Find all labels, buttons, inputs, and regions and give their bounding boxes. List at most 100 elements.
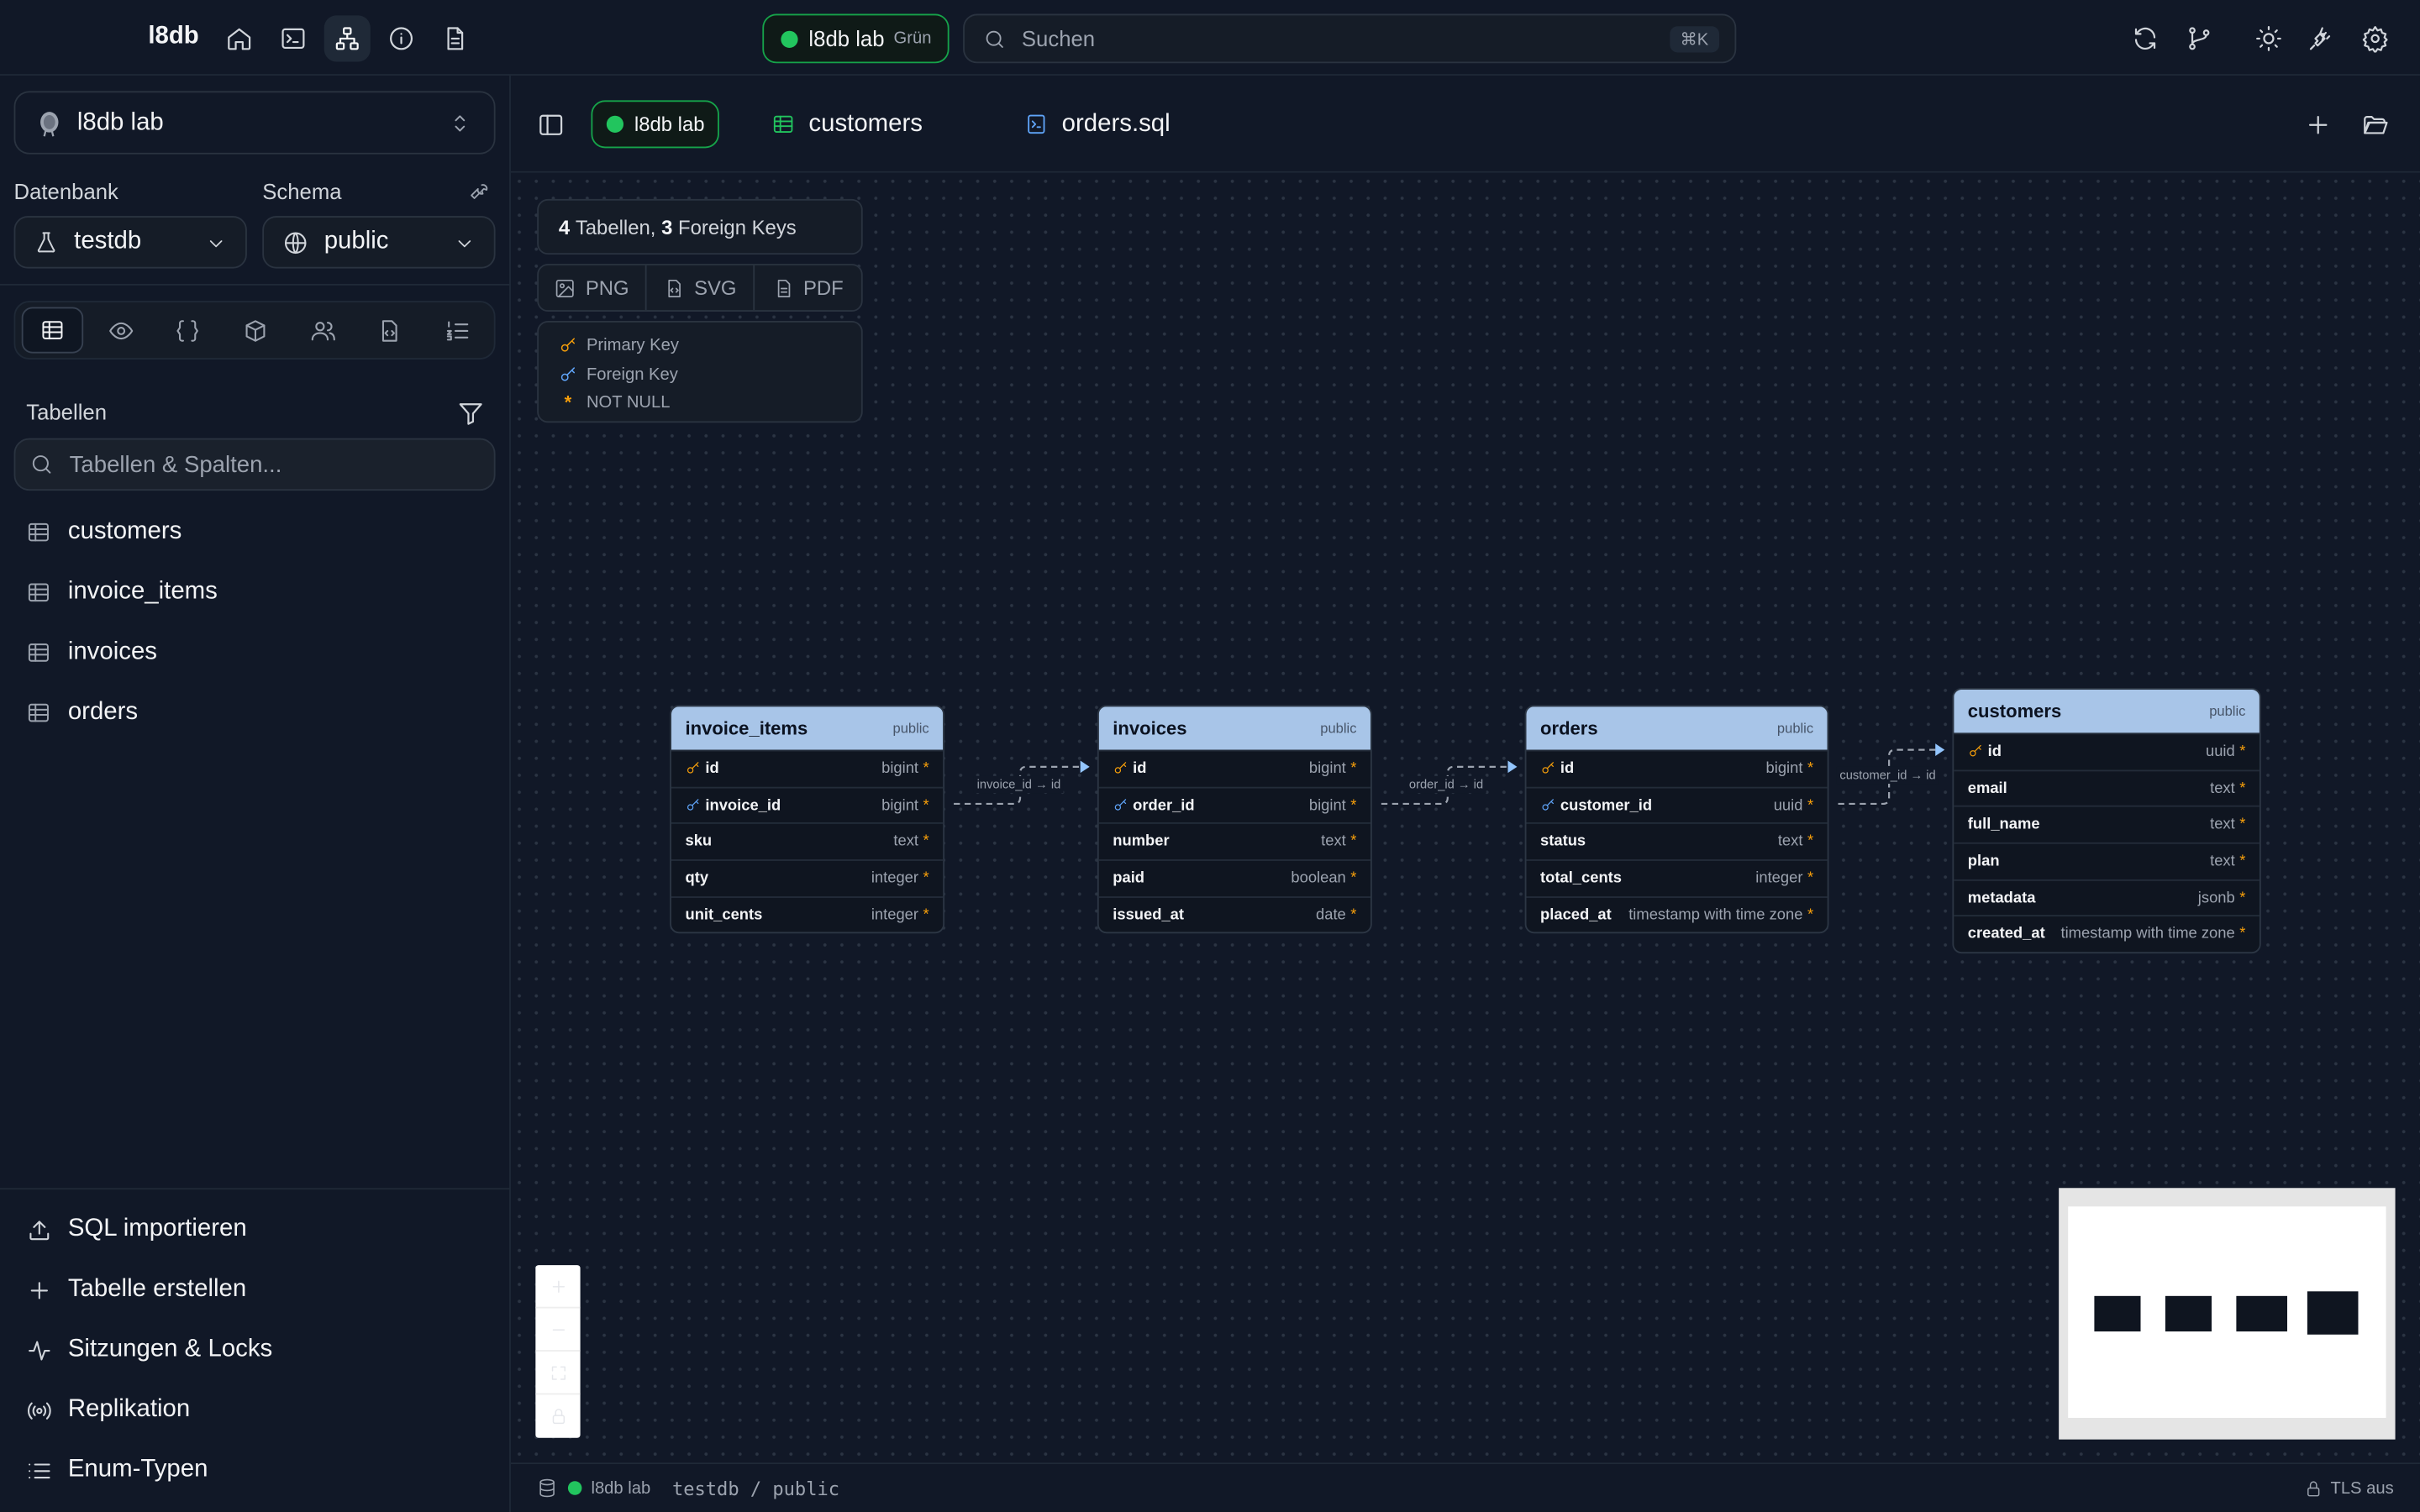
home-button[interactable] <box>216 15 262 61</box>
table-icon <box>28 583 49 602</box>
git-branch-icon <box>2189 27 2210 50</box>
tab-lists[interactable] <box>426 307 487 354</box>
arrow-head <box>1507 760 1518 774</box>
column-name: plan <box>1967 853 2000 870</box>
column-row: plan text * <box>1954 842 2260 879</box>
settings-button[interactable] <box>2352 15 2398 61</box>
not-null-star: * <box>2239 743 2246 761</box>
tab-types[interactable] <box>224 307 285 354</box>
postgres-elephant-icon <box>40 111 59 136</box>
search-icon <box>986 29 1003 48</box>
import-sql-button[interactable]: SQL importieren <box>26 1211 247 1248</box>
global-search[interactable]: Suchen ⌘K <box>963 13 1737 64</box>
connection-pill[interactable]: l8db lab Grün <box>762 13 950 64</box>
not-null-star: * <box>923 906 929 924</box>
database-select[interactable]: testdb <box>13 216 247 269</box>
refresh-button[interactable] <box>2122 15 2168 61</box>
not-null-star: * <box>923 869 929 887</box>
tls-status-label: TLS aus <box>2330 1478 2394 1498</box>
column-name: status <box>1540 833 1586 851</box>
sidebar-item-invoices[interactable]: invoices <box>26 634 157 671</box>
search-shortcut: ⌘K <box>1669 26 1720 53</box>
replication-button[interactable]: Replikation <box>26 1392 190 1429</box>
tab-tables[interactable] <box>21 307 84 354</box>
edge-label: order_id → id <box>1406 775 1486 794</box>
replication-label: Replikation <box>67 1396 191 1423</box>
schema-select[interactable]: public <box>262 216 496 269</box>
table-search-input[interactable]: Tabellen & Spalten... <box>13 438 496 491</box>
column-name: id <box>1133 760 1147 778</box>
status-db-path: testdb / public <box>671 1477 840 1499</box>
column-row: metadata jsonb * <box>1954 879 2260 916</box>
sidebar-item-invoice-items[interactable]: invoice_items <box>26 574 218 611</box>
editor-tab-bar: l8db lab customers orders.sql <box>510 75 2420 173</box>
terminal-icon <box>281 28 305 50</box>
minimap[interactable] <box>2059 1188 2396 1440</box>
column-type: bigint <box>881 760 919 778</box>
table-node-orders[interactable]: orders public id bigint * customer_id uuid * sta… <box>1524 705 1829 935</box>
enum-types-button[interactable]: Enum-Typen <box>26 1452 208 1488</box>
column-type: text <box>893 833 919 851</box>
erd-canvas[interactable]: 4 Tabellen, 3 Foreign Keys PNG SVG PDF P… <box>510 172 2420 1463</box>
erd-button[interactable] <box>324 15 371 62</box>
fit-view-button[interactable] <box>535 1352 581 1395</box>
new-tab-button[interactable] <box>2304 111 2332 139</box>
table-node-header: invoice_items public <box>671 706 944 750</box>
sidebar-item-label: invoice_items <box>67 578 218 605</box>
lock-view-button[interactable] <box>535 1394 580 1437</box>
tab-scripts[interactable] <box>358 307 419 354</box>
not-null-star: * <box>923 760 929 778</box>
table-node-customers[interactable]: customers public id uuid * email text * full_nam… <box>1952 688 2261 954</box>
wrench-button[interactable] <box>468 179 492 202</box>
toggle-sidebar-button[interactable] <box>537 111 565 139</box>
docs-button[interactable] <box>432 15 478 61</box>
theme-button[interactable] <box>2245 15 2291 61</box>
arrow-head <box>1935 743 1945 756</box>
open-file-button[interactable] <box>2361 111 2389 139</box>
import-sql-label: SQL importieren <box>67 1215 247 1242</box>
tab-connection[interactable]: l8db lab <box>591 100 719 149</box>
filter-icon <box>459 403 482 425</box>
sessions-locks-button[interactable]: Sitzungen & Locks <box>26 1331 272 1368</box>
terminal-button[interactable] <box>270 15 316 61</box>
plus-icon <box>2308 116 2328 134</box>
table-node-invoices[interactable]: invoices public id bigint * order_id bigint * nu… <box>1097 705 1372 935</box>
file-code-icon <box>381 319 397 341</box>
tab-orders-sql[interactable]: orders.sql <box>1025 100 1171 148</box>
home-icon <box>228 28 251 50</box>
sidebar-item-orders[interactable]: orders <box>26 695 138 732</box>
column-name: number <box>1113 833 1170 851</box>
create-table-label: Tabelle erstellen <box>67 1275 247 1303</box>
sidebar-bottom-divider <box>0 1188 511 1190</box>
tab-roles[interactable] <box>292 307 353 354</box>
chevron-down-icon <box>458 240 471 248</box>
tab-functions[interactable] <box>156 307 218 354</box>
zoom-in-button[interactable] <box>535 1265 581 1309</box>
column-type: timestamp with time zone <box>2060 926 2235 943</box>
info-button[interactable] <box>378 15 424 61</box>
upload-icon <box>29 1220 50 1240</box>
tab-customers[interactable]: customers <box>771 100 923 148</box>
table-node-header: customers public <box>1954 690 2260 733</box>
table-node-header: invoices public <box>1098 706 1370 750</box>
filter-button[interactable] <box>457 400 485 428</box>
column-row: customer_id uuid * <box>1526 786 1828 823</box>
not-null-star: * <box>1350 906 1357 924</box>
column-name: unit_cents <box>685 906 763 924</box>
plugin-button[interactable] <box>2298 15 2344 61</box>
sidebar-item-customers[interactable]: customers <box>26 514 182 551</box>
status-connection-name: l8db lab <box>591 1478 651 1498</box>
column-type: uuid <box>1773 796 1803 814</box>
status-connection-dot <box>567 1481 582 1495</box>
tab-views[interactable] <box>90 307 151 354</box>
create-table-button[interactable]: Tabelle erstellen <box>26 1271 246 1308</box>
table-node-name: customers <box>1967 700 2062 722</box>
table-node-invoice-items[interactable]: invoice_items public id bigint * invoice_id bi… <box>670 705 945 935</box>
column-type: text <box>1321 833 1346 851</box>
git-branch-button[interactable] <box>2176 15 2223 61</box>
schema-value: public <box>324 228 389 255</box>
minimap-node <box>2165 1295 2212 1332</box>
connection-selector[interactable]: l8db lab <box>13 91 496 155</box>
connection-name: l8db lab <box>808 26 885 51</box>
zoom-out-button[interactable] <box>535 1309 581 1352</box>
